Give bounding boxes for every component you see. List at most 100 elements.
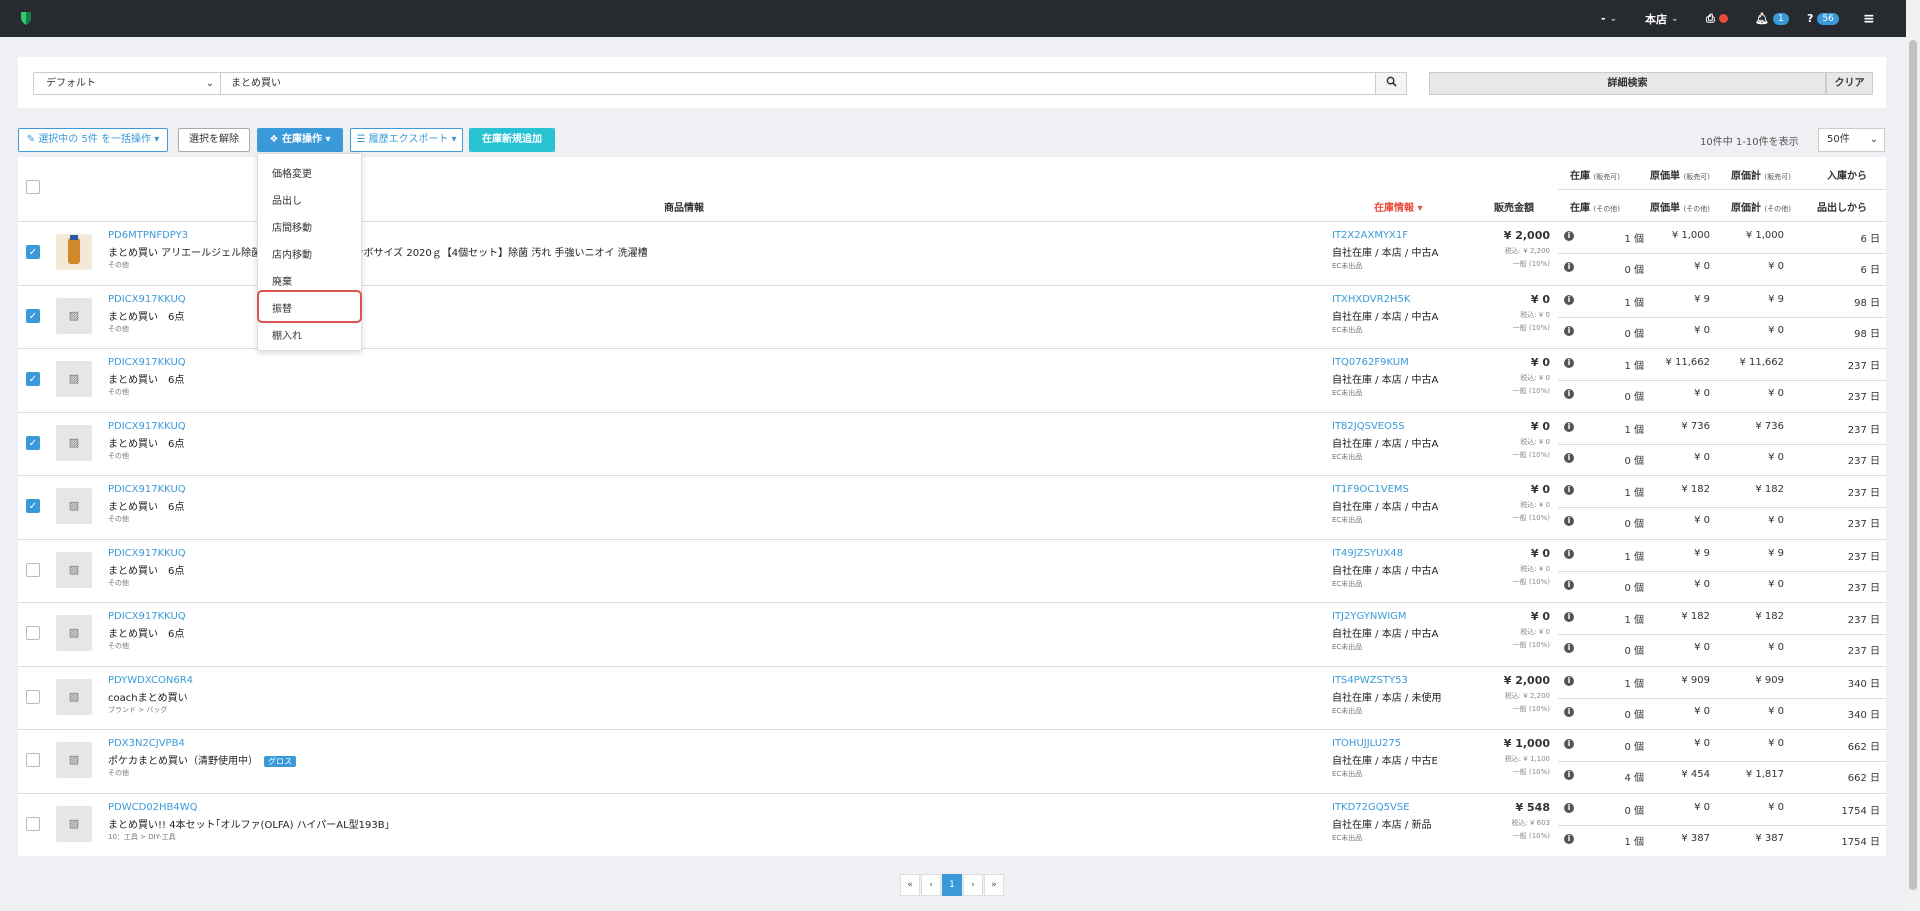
page-scrollbar[interactable] [1906, 0, 1920, 911]
product-code-link[interactable]: PDICX917KKUQ [108, 548, 186, 559]
stock-code-link[interactable]: ITOHUJJLU275 [1332, 738, 1401, 749]
add-inventory-button[interactable]: 在庫新規追加 [469, 128, 555, 152]
row-checkbox[interactable] [26, 689, 40, 704]
page-next[interactable]: › [963, 874, 983, 896]
row-checkbox[interactable]: ✓ [26, 372, 40, 386]
info-icon[interactable]: i [1564, 548, 1574, 559]
header-stock-other-sub: (その他) [1593, 205, 1620, 213]
clear-button[interactable]: クリア [1826, 72, 1873, 95]
info-icon[interactable]: i [1564, 325, 1574, 336]
page-last[interactable]: » [984, 874, 1004, 896]
info-icon[interactable]: i [1564, 389, 1574, 399]
info-icon[interactable]: i [1564, 770, 1574, 780]
info-icon[interactable]: i [1564, 802, 1574, 813]
stock-code-link[interactable]: IT2X2AXMYX1F [1332, 230, 1408, 241]
scrollbar-thumb[interactable] [1909, 40, 1917, 890]
hamburger-menu-icon[interactable]: ≡ [1863, 0, 1875, 37]
info-icon[interactable]: i [1564, 833, 1574, 844]
search-button[interactable] [1375, 72, 1407, 95]
detail-search-button[interactable]: 詳細検索 [1429, 72, 1826, 95]
info-icon[interactable]: i [1564, 643, 1574, 653]
info-icon[interactable]: i [1564, 421, 1574, 432]
menu-item[interactable]: 価格変更 [272, 165, 312, 180]
product-thumbnail[interactable]: ▨ [56, 742, 92, 778]
select-all-checkbox[interactable] [26, 180, 40, 194]
header-stock-info-sort[interactable]: 在庫情報 ▾ [1374, 199, 1423, 214]
row-checkbox[interactable]: ✓ [26, 435, 40, 450]
product-photo-icon [68, 235, 80, 264]
stock-code-link[interactable]: ITJ2YGYNWIGM [1332, 611, 1407, 622]
row-checkbox[interactable]: ✓ [26, 499, 40, 513]
store-selector[interactable]: 本店 ⌄ [1645, 0, 1679, 37]
info-icon[interactable]: i [1564, 706, 1574, 717]
stock-code-link[interactable]: ITKD72GQ5VSE [1332, 802, 1410, 813]
inventory-ops-button[interactable]: ❖ 在庫操作 ▾ [257, 128, 343, 152]
product-code-link[interactable]: PDICX917KKUQ [108, 294, 186, 305]
product-code-link[interactable]: PDICX917KKUQ [108, 611, 186, 622]
tax-included: 税込: ¥ 0 [1520, 437, 1550, 446]
stock-code-link[interactable]: ITQ0762F9KUM [1332, 357, 1409, 368]
product-thumbnail[interactable]: ▨ [56, 488, 92, 524]
search-input[interactable]: まとめ買い [220, 72, 1376, 95]
info-icon[interactable]: i [1564, 675, 1574, 686]
row-checkbox[interactable] [26, 816, 40, 831]
product-code-link[interactable]: PD6MTPNFDPY3 [108, 230, 188, 241]
app-logo-icon[interactable] [18, 10, 34, 26]
row-checkbox[interactable]: ✓ [26, 245, 40, 259]
product-code-link[interactable]: PDWCD02HB4WQ [108, 802, 198, 813]
product-thumbnail[interactable]: ▨ [56, 615, 92, 651]
info-icon[interactable]: i [1564, 485, 1574, 495]
menu-item[interactable]: 品出し [272, 192, 302, 207]
product-thumbnail[interactable]: ▨ [56, 361, 92, 397]
info-icon[interactable]: i [1564, 294, 1574, 305]
printer-status[interactable]: ⎙ [1706, 0, 1728, 37]
menu-item[interactable]: 廃棄 [272, 273, 292, 288]
row-checkbox[interactable] [26, 753, 40, 767]
info-icon[interactable]: i [1564, 739, 1574, 749]
product-name-text: まとめ買い 6点 [108, 375, 185, 386]
menu-item[interactable]: 棚入れ [272, 327, 302, 342]
stock-code-link[interactable]: IT49JZSYUX48 [1332, 548, 1403, 559]
product-code-link[interactable]: PDX3N2CJVPB4 [108, 738, 185, 749]
row-checkbox[interactable]: ✓ [26, 308, 40, 323]
page-prev[interactable]: ‹ [921, 874, 941, 896]
tax-included: 税込: ¥ 0 [1520, 628, 1550, 636]
menu-item[interactable]: 店内移動 [272, 246, 312, 261]
notifications[interactable]: 🔔︎ 1 [1755, 0, 1789, 37]
cost-total: ¥ 1,817 [1745, 769, 1784, 780]
row-checkbox[interactable] [26, 562, 40, 577]
days-since: 1754 日 [1841, 805, 1880, 817]
product-thumbnail[interactable]: ▨ [56, 551, 92, 588]
per-page-select[interactable]: 50件 ⌄ [1818, 128, 1885, 152]
info-icon[interactable]: i [1564, 452, 1574, 463]
bulk-action-button[interactable]: ✎ 選択中の 5件 を一括操作 ▾ [18, 128, 168, 152]
product-thumbnail[interactable]: ▨ [56, 297, 92, 334]
menu-item[interactable]: 店間移動 [272, 219, 312, 234]
info-icon[interactable]: i [1564, 358, 1574, 368]
help[interactable]: ? 56 [1807, 0, 1839, 37]
info-icon[interactable]: i [1564, 612, 1574, 622]
product-code-link[interactable]: PDICX917KKUQ [108, 357, 186, 368]
product-code-link[interactable]: PDYWDXCON6R4 [108, 675, 193, 686]
page-first[interactable]: « [900, 874, 920, 896]
info-icon[interactable]: i [1564, 579, 1574, 590]
info-icon[interactable]: i [1564, 231, 1574, 241]
history-export-button[interactable]: ☰ 履歴エクスポート ▾ [350, 128, 463, 152]
product-thumbnail[interactable]: ▨ [56, 805, 92, 842]
info-icon[interactable]: i [1564, 516, 1574, 526]
row-checkbox[interactable] [26, 626, 40, 640]
product-thumbnail[interactable] [56, 234, 92, 270]
search-preset-select[interactable]: デフォルト ⌄ [33, 72, 221, 95]
page-current[interactable]: 1 [942, 874, 962, 896]
user-menu[interactable]: - ⌄ [1601, 0, 1617, 37]
product-code-link[interactable]: PDICX917KKUQ [108, 421, 186, 432]
deselect-button[interactable]: 選択を解除 [178, 128, 250, 152]
stock-code-link[interactable]: IT1F9OC1VEMS [1332, 484, 1409, 495]
product-thumbnail[interactable]: ▨ [56, 424, 92, 461]
stock-code-link[interactable]: IT82JQSVEO5S [1332, 421, 1405, 432]
stock-code-link[interactable]: ITXHXDVR2H5K [1332, 294, 1410, 305]
product-thumbnail[interactable]: ▨ [56, 678, 92, 715]
info-icon[interactable]: i [1564, 262, 1574, 272]
stock-code-link[interactable]: ITS4PWZSTY53 [1332, 675, 1408, 686]
product-code-link[interactable]: PDICX917KKUQ [108, 484, 186, 495]
